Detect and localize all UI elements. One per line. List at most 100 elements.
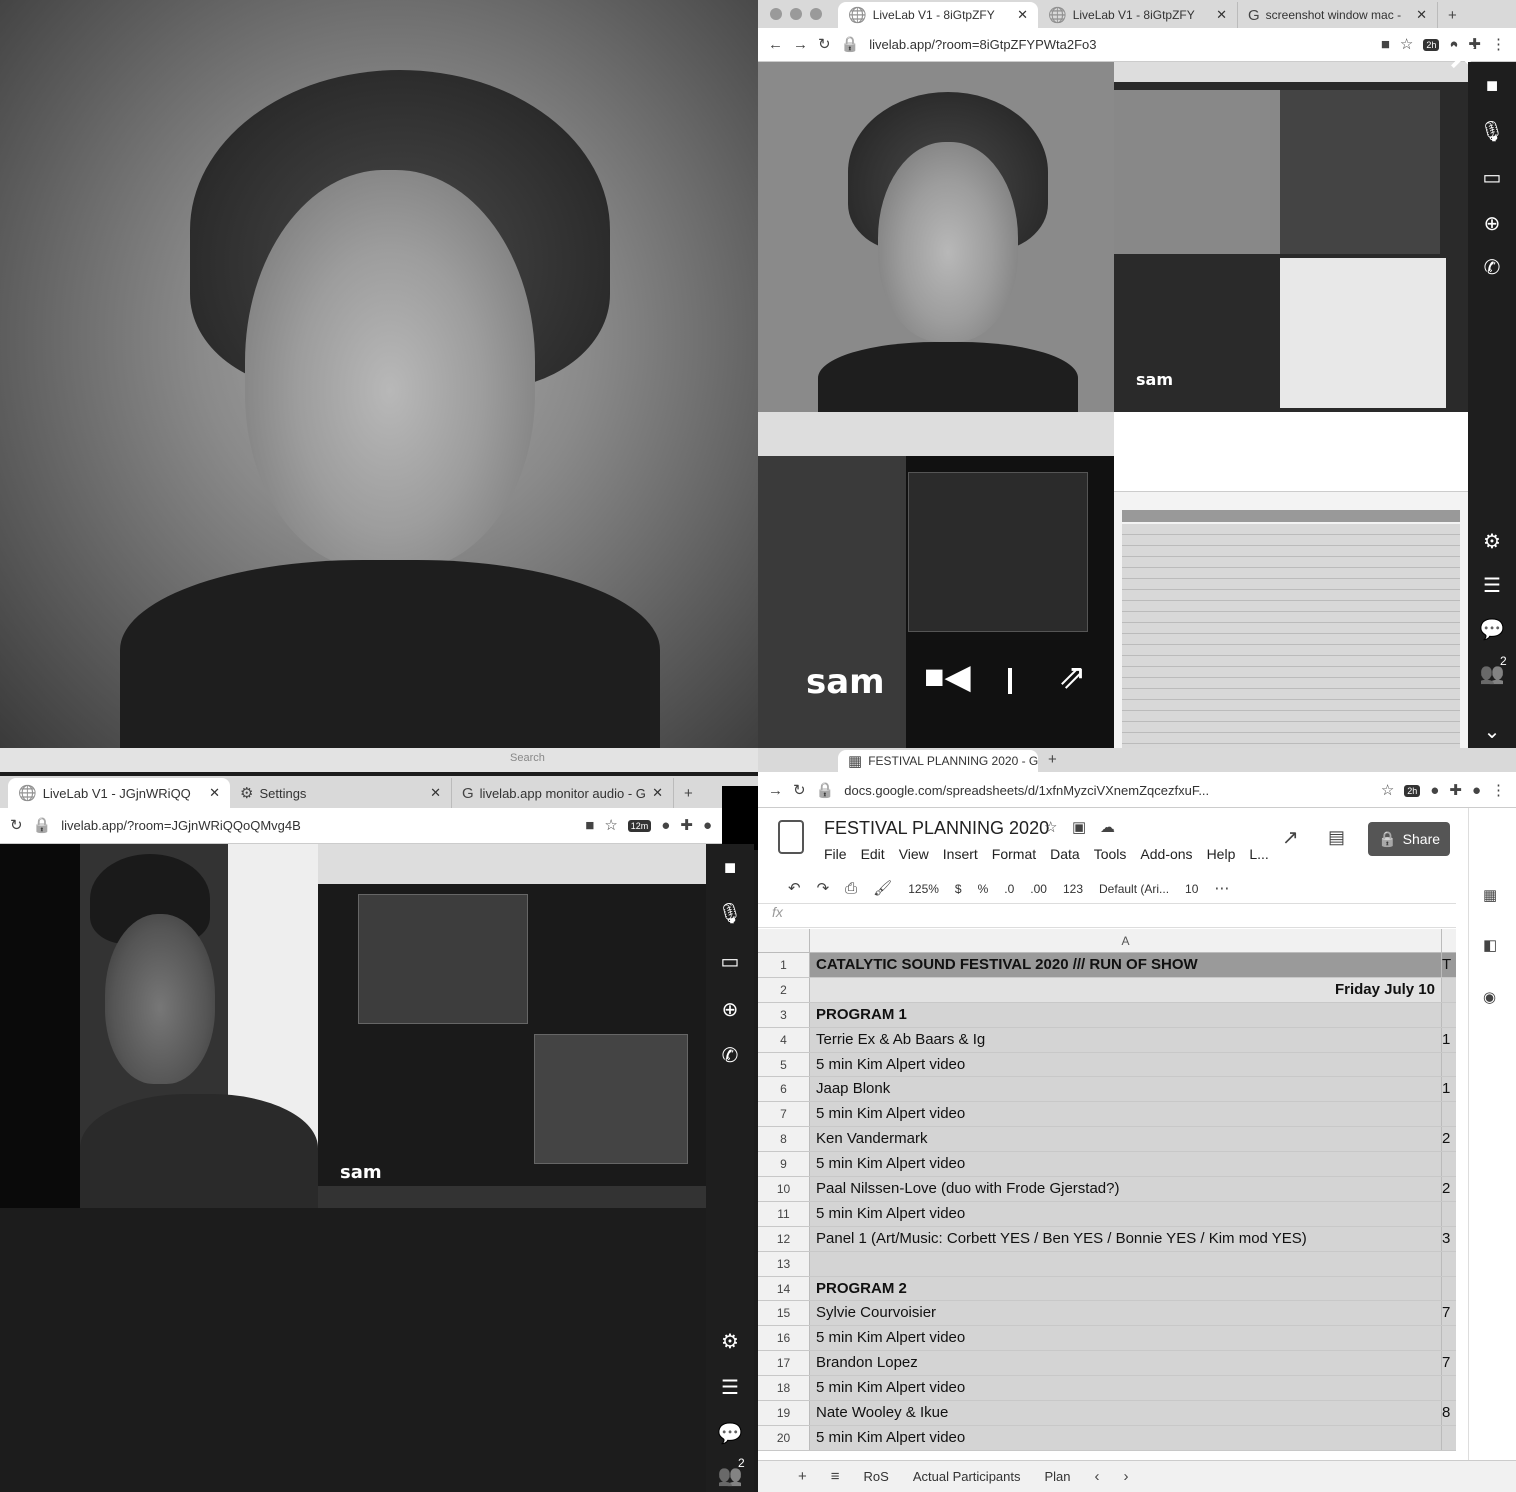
cell-a[interactable]: PROGRAM 1 xyxy=(810,1002,1442,1027)
cell-a[interactable]: Nate Wooley & Ikue xyxy=(810,1401,1442,1425)
cell-b-partial[interactable]: 8 xyxy=(1442,1401,1456,1425)
menu-format[interactable]: Format xyxy=(992,846,1036,862)
extension-icon[interactable]: ● xyxy=(661,818,670,833)
zoom-select[interactable]: 125% xyxy=(908,882,939,896)
hang-up-icon[interactable]: ✆ xyxy=(1484,258,1501,278)
menu-addons[interactable]: Add-ons xyxy=(1140,846,1192,862)
menu-file[interactable]: File xyxy=(824,846,847,862)
sheet-tab-ros[interactable]: RoS xyxy=(864,1469,889,1484)
screen-share-icon[interactable]: ▭ xyxy=(1483,168,1502,188)
url-field[interactable]: docs.google.com/spreadsheets/d/1xfnMyzci… xyxy=(844,783,1371,798)
url-field[interactable]: livelab.app/?room=8iGtpZFYPWta2Fo3 xyxy=(869,37,1371,52)
row-number[interactable]: 16 xyxy=(758,1326,810,1351)
cell-b-partial[interactable] xyxy=(1442,1102,1456,1127)
cell-b-partial[interactable]: 2 xyxy=(1442,1127,1456,1152)
close-tab-icon[interactable]: ✕ xyxy=(1416,7,1427,23)
column-a-header[interactable]: A xyxy=(810,929,1442,952)
window-controls[interactable] xyxy=(770,8,822,20)
tab-screenshot-search[interactable]: G screenshot window mac - ✕ xyxy=(1238,2,1438,28)
add-circle-icon[interactable]: ⊕ xyxy=(1484,214,1501,234)
close-tab-icon[interactable]: ✕ xyxy=(1017,7,1028,23)
document-title[interactable]: FESTIVAL PLANNING 2020 xyxy=(824,818,1049,839)
settings-gear-icon[interactable]: ⚙ xyxy=(1483,532,1501,552)
profile-avatar[interactable]: ● xyxy=(703,818,712,833)
cell-b-partial[interactable] xyxy=(1442,1152,1456,1177)
cell-a[interactable]: CATALYTIC SOUND FESTIVAL 2020 /// RUN OF… xyxy=(810,953,1442,977)
camera-icon[interactable]: ■ xyxy=(1381,37,1390,52)
cell-a[interactable]: 5 min Kim Alpert video xyxy=(810,1376,1442,1401)
url-field[interactable]: livelab.app/?room=JGjnWRiQQoQMvg4B xyxy=(61,818,575,833)
close-tab-icon[interactable]: ✕ xyxy=(209,785,220,801)
more-formats-button[interactable]: 123 xyxy=(1063,882,1083,896)
row-number[interactable]: 20 xyxy=(758,1425,810,1450)
tab-livelab-2[interactable]: 🌐 LiveLab V1 - 8iGtpZFY ✕ xyxy=(1038,2,1238,28)
cell-a[interactable]: PROGRAM 2 xyxy=(810,1276,1442,1301)
row-number[interactable]: 15 xyxy=(758,1301,810,1326)
percent-format-button[interactable]: % xyxy=(978,882,989,896)
increase-decimal-button[interactable]: .00 xyxy=(1030,882,1047,896)
cell-b-partial[interactable] xyxy=(1442,1326,1456,1351)
new-tab-button[interactable]: + xyxy=(1038,748,1067,772)
cell-b-partial[interactable] xyxy=(1442,1201,1456,1226)
cell-b-partial[interactable] xyxy=(1442,1376,1456,1401)
cell-b-partial[interactable] xyxy=(1442,1251,1456,1276)
menu-insert[interactable]: Insert xyxy=(943,846,978,862)
cell-a[interactable]: 5 min Kim Alpert video xyxy=(810,1152,1442,1177)
new-tab-button[interactable]: + xyxy=(1438,2,1467,28)
row-number[interactable]: 8 xyxy=(758,1127,810,1152)
row-number[interactable]: 9 xyxy=(758,1152,810,1177)
corner-cell[interactable] xyxy=(758,929,810,952)
cell-b-partial[interactable]: 1 xyxy=(1442,1077,1456,1102)
tab-livelab-1[interactable]: 🌐 LiveLab V1 - 8iGtpZFY ✕ xyxy=(838,2,1038,28)
screen-share-icon[interactable]: ▭ xyxy=(721,952,740,972)
redo-icon[interactable]: ↷ xyxy=(817,881,830,896)
menu-help[interactable]: Help xyxy=(1207,846,1236,862)
cell-b-partial[interactable]: 2 xyxy=(1442,1177,1456,1201)
cell-b-partial[interactable] xyxy=(1442,1276,1456,1301)
puzzle-icon[interactable]: ✚ xyxy=(680,818,693,833)
row-number[interactable]: 14 xyxy=(758,1276,810,1301)
menu-last-edit[interactable]: L... xyxy=(1249,846,1268,862)
add-circle-icon[interactable]: ⊕ xyxy=(722,1000,739,1020)
cell-a[interactable]: Brandon Lopez xyxy=(810,1351,1442,1376)
cell-a[interactable]: 5 min Kim Alpert video xyxy=(810,1425,1442,1450)
extension-icon[interactable]: ● xyxy=(1430,783,1439,798)
star-icon[interactable]: ☆ xyxy=(1400,37,1413,52)
row-number[interactable]: 17 xyxy=(758,1351,810,1376)
cell-a[interactable]: Jaap Blonk xyxy=(810,1077,1442,1102)
menu-view[interactable]: View xyxy=(899,846,929,862)
puzzle-icon[interactable]: ✚ xyxy=(1449,783,1462,798)
tab-monitor-audio[interactable]: G livelab.app monitor audio - G ✕ xyxy=(452,778,674,808)
more-icon[interactable]: ⋯ xyxy=(1214,881,1229,896)
chat-icon[interactable]: 💬 xyxy=(1480,620,1505,640)
reload-icon[interactable]: ↻ xyxy=(818,37,831,52)
cell-b-partial[interactable] xyxy=(1442,1002,1456,1027)
forward-icon[interactable]: → xyxy=(768,783,783,798)
cell-a[interactable]: Friday July 10 xyxy=(810,977,1442,1002)
search-field[interactable]: Search xyxy=(510,752,545,764)
font-select[interactable]: Default (Ari... xyxy=(1099,882,1169,896)
comments-icon[interactable]: ▤ xyxy=(1328,828,1345,846)
menu-edit[interactable]: Edit xyxy=(861,846,885,862)
cell-b-partial[interactable]: 3 xyxy=(1442,1226,1456,1251)
trend-icon[interactable]: ↗ xyxy=(1282,828,1299,848)
cell-a[interactable]: 5 min Kim Alpert video xyxy=(810,1052,1442,1077)
tab-festival-planning[interactable]: ▦ FESTIVAL PLANNING 2020 - G ✕ xyxy=(838,750,1038,772)
extension-badge[interactable]: 2h xyxy=(1423,38,1440,51)
cell-b-partial[interactable] xyxy=(1442,1425,1456,1450)
print-icon[interactable]: ⎙ xyxy=(845,881,857,896)
add-sheet-icon[interactable]: + xyxy=(798,1469,807,1484)
menu-tools[interactable]: Tools xyxy=(1094,846,1127,862)
extension-badge[interactable]: 2h xyxy=(1404,784,1421,797)
chat-icon[interactable]: 💬 xyxy=(718,1424,743,1444)
cell-a[interactable]: 5 min Kim Alpert video xyxy=(810,1102,1442,1127)
row-number[interactable]: 5 xyxy=(758,1052,810,1077)
tab-settings[interactable]: ⚙ Settings ✕ xyxy=(230,778,452,808)
profile-avatar[interactable]: ● xyxy=(1472,783,1481,798)
microphone-icon[interactable]: 🎙 xyxy=(717,904,742,924)
cell-b-partial[interactable] xyxy=(1442,977,1456,1002)
sheet-tab-actual-participants[interactable]: Actual Participants xyxy=(913,1469,1021,1484)
close-tab-icon[interactable]: ✕ xyxy=(652,785,663,801)
cell-b-partial[interactable]: 7 xyxy=(1442,1301,1456,1326)
tasks-icon[interactable]: ◉ xyxy=(1483,990,1496,1005)
